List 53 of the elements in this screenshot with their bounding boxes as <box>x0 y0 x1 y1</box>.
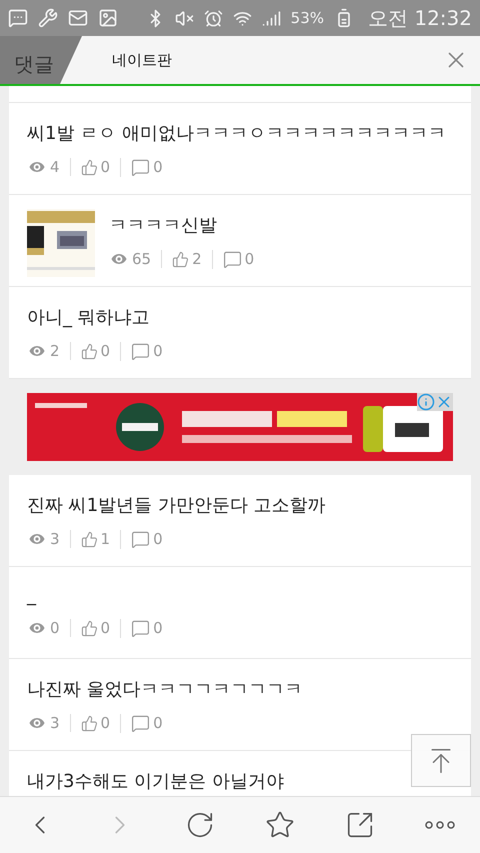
comment-icon <box>131 714 150 732</box>
battery-percent: 53% <box>290 9 324 27</box>
thumbs-up-icon <box>80 714 98 732</box>
comment-icon <box>131 158 150 176</box>
thumbs-up-icon <box>80 158 98 176</box>
like-count: 0 <box>100 619 110 637</box>
star-icon <box>265 810 295 840</box>
comment-icon <box>131 530 150 548</box>
like-count: 1 <box>100 530 110 548</box>
thumbs-up-icon <box>172 250 190 268</box>
post-title[interactable]: 내가3수해도 이기분은 아닐거야 <box>27 769 284 793</box>
post-title[interactable]: 나진짜 울었다ㅋㅋㄱㄱㅋㄱㄱㄱㅋ <box>27 677 303 701</box>
thumbs-up-icon <box>80 620 98 636</box>
thumbs-up-icon <box>80 530 98 548</box>
signal-icon <box>262 8 281 28</box>
comment-count: 0 <box>244 250 254 268</box>
scroll-to-top-button[interactable] <box>411 734 471 787</box>
like-count: 0 <box>100 158 110 176</box>
post-title[interactable]: 아니_ 뭐하냐고 <box>27 305 173 329</box>
view-count: 65 <box>132 250 152 268</box>
comment-count: 0 <box>153 342 163 360</box>
post-title[interactable]: 진짜 씨1발년들 가만안둔다 고소할까 <box>27 493 326 517</box>
view-count: 2 <box>50 342 60 360</box>
chat-icon <box>8 8 28 28</box>
comment-icon <box>131 342 150 360</box>
clock: 오전 12:32 <box>368 4 472 32</box>
share-icon <box>345 810 375 840</box>
comment-count: 0 <box>153 619 163 637</box>
like-count: 0 <box>100 342 110 360</box>
view-count: 0 <box>50 619 60 637</box>
view-count: 3 <box>50 530 60 548</box>
reload-icon <box>185 810 215 840</box>
close-button[interactable] <box>432 36 480 84</box>
image-icon <box>98 8 118 28</box>
comment-count: 0 <box>153 158 163 176</box>
view-count: 3 <box>50 714 60 732</box>
like-count: 0 <box>100 714 110 732</box>
mute-icon <box>174 8 194 28</box>
alarm-icon <box>204 8 223 28</box>
like-count: 2 <box>192 250 202 268</box>
post-title[interactable]: 씨1발 ㄹㅇ 애미없나ㅋㅋㅋㅇㅋㅋㅋㅋㅋㅋㅋㅋㅋㅋ <box>27 121 446 145</box>
info-icon[interactable] <box>417 393 435 411</box>
more-icon <box>425 821 455 829</box>
comment-icon <box>131 618 150 638</box>
post-title[interactable]: _ <box>27 585 173 606</box>
wrench-icon <box>38 8 58 28</box>
comment-count: 0 <box>153 530 163 548</box>
mail-icon <box>68 8 88 28</box>
comment-count: 0 <box>153 714 163 732</box>
post-title[interactable]: ㅋㅋㅋㅋ신발 <box>109 213 264 237</box>
comment-icon <box>222 250 242 268</box>
thumbs-up-icon <box>80 342 98 360</box>
view-count: 4 <box>50 158 60 176</box>
